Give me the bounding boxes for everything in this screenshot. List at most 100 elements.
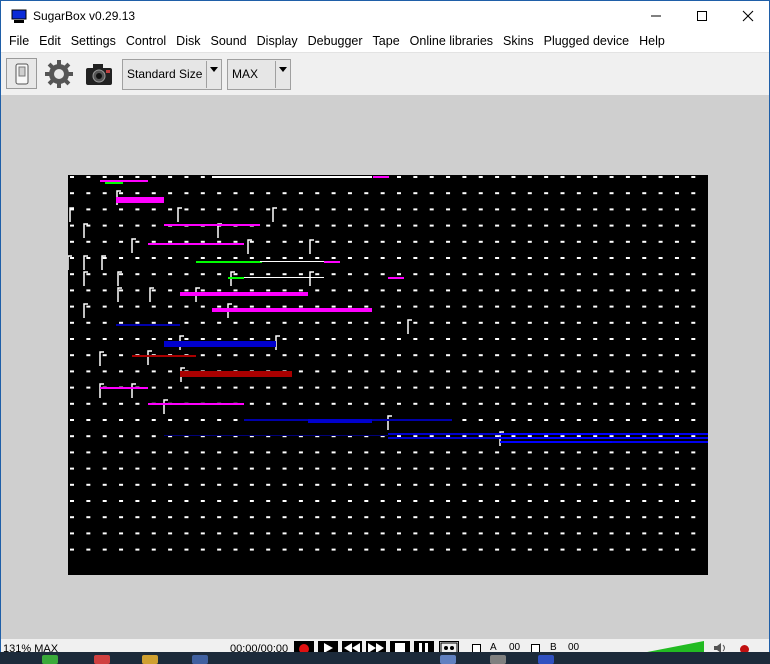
grid-dot	[609, 305, 614, 308]
grid-dot	[462, 516, 467, 519]
taskbar-app-icon[interactable]	[440, 655, 456, 664]
settings-button[interactable]	[43, 58, 74, 89]
menu-display[interactable]: Display	[252, 31, 303, 52]
maximize-button[interactable]	[679, 1, 725, 31]
grid-dot	[642, 338, 647, 340]
grid-dot	[576, 192, 581, 195]
grid-dot	[462, 240, 467, 243]
grid-dot	[315, 483, 320, 486]
taskbar-app-icon[interactable]	[94, 655, 110, 664]
grid-dot	[478, 467, 483, 470]
grid-dot	[642, 532, 647, 535]
grid-dot	[674, 419, 679, 421]
grid-dot	[544, 273, 549, 276]
taskbar-app-icon[interactable]	[192, 655, 208, 664]
grid-dot	[674, 257, 679, 259]
grid-dot	[625, 386, 630, 389]
grid-dot	[397, 483, 401, 486]
grid-dot	[380, 224, 385, 227]
grid-dot	[446, 435, 451, 438]
menu-tape[interactable]: Tape	[368, 31, 405, 52]
grid-dot	[527, 451, 532, 454]
screen-size-select[interactable]: Standard Size	[122, 59, 222, 90]
grid-dot	[249, 257, 254, 259]
game-bar	[500, 433, 612, 435]
menu-plugged-device[interactable]: Plugged device	[539, 31, 634, 52]
grid-dot	[429, 176, 434, 178]
bracket-marker	[131, 383, 136, 398]
taskbar-app-icon[interactable]	[490, 655, 506, 664]
menu-online-libraries[interactable]: Online libraries	[405, 31, 498, 52]
grid-dot	[70, 516, 74, 519]
grid-dot	[658, 273, 663, 276]
grid-dot	[119, 208, 124, 211]
zoom-select[interactable]: MAX	[227, 59, 291, 90]
grid-dot	[70, 338, 74, 340]
grid-dot	[315, 240, 320, 243]
grid-dot	[331, 483, 336, 486]
status-bar: 131% MAX 00:00/00:00 A 00 B 00	[1, 639, 769, 655]
grid-dot	[495, 419, 500, 421]
grid-dot	[282, 500, 287, 502]
grid-dot	[691, 273, 696, 276]
menu-file[interactable]: File	[4, 31, 34, 52]
app-window: SugarBox v0.29.13 File Edit Settings Con…	[0, 0, 770, 664]
grid-dot	[151, 548, 156, 551]
taskbar-app-icon[interactable]	[42, 655, 58, 664]
grid-dot	[446, 548, 451, 551]
menu-debugger[interactable]: Debugger	[303, 31, 368, 52]
grid-dot	[266, 451, 271, 454]
grid-dot	[527, 354, 532, 357]
grid-dot	[217, 451, 222, 454]
grid-dot	[397, 192, 401, 195]
grid-dot	[674, 386, 679, 389]
game-bar	[164, 435, 388, 436]
emulator-screen[interactable]	[68, 175, 708, 575]
grid-dot	[560, 273, 565, 276]
grid-dot	[282, 240, 287, 243]
taskbar-app-icon[interactable]	[538, 655, 554, 664]
menu-edit[interactable]: Edit	[34, 31, 66, 52]
grid-dot	[151, 435, 156, 438]
grid-dot	[184, 419, 189, 421]
grid-dot	[151, 224, 156, 227]
grid-dot	[217, 386, 222, 389]
grid-dot	[380, 532, 385, 535]
minimize-button[interactable]	[633, 1, 679, 31]
power-button[interactable]	[6, 58, 37, 89]
grid-dot	[691, 419, 696, 421]
grid-dot	[544, 386, 549, 389]
menu-sound[interactable]: Sound	[205, 31, 251, 52]
grid-dot	[397, 289, 401, 292]
grid-dot	[86, 548, 91, 551]
grid-dot	[691, 500, 696, 502]
grid-dot	[413, 240, 418, 243]
grid-dot	[658, 516, 663, 519]
taskbar-app-icon[interactable]	[142, 655, 158, 664]
grid-dot	[527, 321, 532, 324]
grid-dot	[347, 289, 352, 292]
emulator-display	[68, 176, 708, 551]
grid-dot	[200, 305, 205, 308]
grid-dot	[462, 224, 467, 227]
grid-dot	[625, 483, 630, 486]
menu-settings[interactable]: Settings	[66, 31, 121, 52]
menu-control[interactable]: Control	[121, 31, 171, 52]
grid-dot	[380, 483, 385, 486]
grid-dot	[397, 451, 401, 454]
grid-dot	[511, 370, 516, 373]
grid-dot	[217, 516, 222, 519]
grid-dot	[184, 289, 189, 292]
grid-dot	[609, 402, 614, 405]
menu-skins[interactable]: Skins	[498, 31, 539, 52]
menu-disk[interactable]: Disk	[171, 31, 205, 52]
menu-help[interactable]: Help	[634, 31, 670, 52]
grid-dot	[102, 321, 107, 324]
snapshot-button[interactable]	[83, 58, 114, 89]
grid-dot	[674, 402, 679, 405]
grid-dot	[380, 273, 385, 276]
close-button[interactable]	[725, 1, 770, 31]
grid-dot	[233, 240, 238, 243]
grid-dot	[478, 483, 483, 486]
grid-dot	[674, 532, 679, 535]
